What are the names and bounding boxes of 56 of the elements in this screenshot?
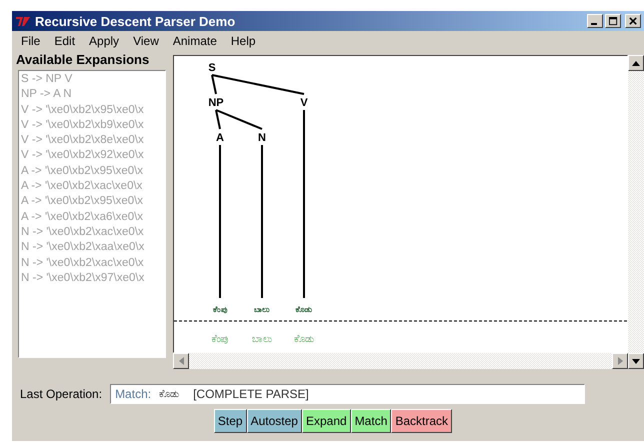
list-item[interactable]: V -> '\xe0\xb2\xb9\xe0\x xyxy=(19,118,165,134)
node-label: NP xyxy=(208,97,224,109)
list-item[interactable]: V -> '\xe0\xb2\x8e\xe0\x xyxy=(19,133,165,148)
last-operation-field: Match: ಕೊಡು [COMPLETE PARSE] xyxy=(110,384,586,404)
node-label: N xyxy=(258,132,266,144)
action-button[interactable]: Expand xyxy=(302,409,351,433)
scroll-down-button[interactable] xyxy=(628,353,644,369)
menu-item[interactable]: Animate xyxy=(166,34,224,48)
list-item[interactable]: A -> '\xe0\xb2\xa6\xe0\x xyxy=(19,210,165,225)
list-item[interactable]: V -> '\xe0\xb2\x95\xe0\x xyxy=(19,102,165,118)
close-button[interactable] xyxy=(625,14,641,28)
list-item[interactable]: A -> '\xe0\xb2\xac\xe0\x xyxy=(19,179,165,194)
horizontal-scrollbar[interactable] xyxy=(173,353,628,369)
menu-item[interactable]: View xyxy=(126,34,166,48)
last-operation-label: Last Operation: xyxy=(20,387,102,401)
node-label: A xyxy=(216,132,224,144)
node-label: V xyxy=(300,97,308,109)
menu-item[interactable]: Edit xyxy=(47,34,82,48)
action-button[interactable]: Autostep xyxy=(246,409,302,433)
tree-leaf: ಕೆಂಪು xyxy=(213,305,227,314)
list-item[interactable]: A -> '\xe0\xb2\x95\xe0\x xyxy=(19,194,165,210)
list-item[interactable]: V -> '\xe0\xb2\x92\xe0\x xyxy=(19,148,165,164)
menu-item[interactable]: Apply xyxy=(82,34,126,48)
list-item[interactable]: S -> NP V xyxy=(19,72,165,88)
node-label: S xyxy=(208,62,216,74)
up-arrow-icon xyxy=(632,60,640,66)
list-item[interactable]: N -> '\xe0\xb2\xac\xe0\x xyxy=(19,256,165,271)
scroll-left-button[interactable] xyxy=(173,353,189,369)
text-token: ಕೆಂಪು xyxy=(212,334,228,345)
action-button[interactable]: Backtrack xyxy=(391,409,452,433)
action-button[interactable]: Match xyxy=(350,409,392,433)
right-arrow-icon xyxy=(618,357,622,365)
maximize-icon xyxy=(608,16,618,26)
minimize-icon xyxy=(591,23,597,25)
menu-item[interactable]: File xyxy=(14,34,48,48)
list-item[interactable]: N -> '\xe0\xb2\x97\xe0\x xyxy=(19,270,165,286)
scroll-up-button[interactable] xyxy=(628,55,644,71)
close-icon xyxy=(628,16,638,26)
list-item[interactable]: NP -> A N xyxy=(19,87,165,103)
tree-leaf: ಕೊಡು xyxy=(296,305,312,314)
window-title: Recursive Descent Parser Demo xyxy=(35,14,236,28)
list-item[interactable]: A -> '\xe0\xb2\x95\xe0\x xyxy=(19,164,165,180)
menu-item[interactable]: Help xyxy=(224,34,263,48)
text-token: ಕೊಡು xyxy=(294,334,314,345)
action-button[interactable]: Step xyxy=(214,409,247,433)
minimize-button[interactable] xyxy=(587,14,603,28)
list-item[interactable]: N -> '\xe0\xb2\xac\xe0\x xyxy=(19,224,165,240)
down-arrow-icon xyxy=(632,358,640,364)
left-arrow-icon xyxy=(178,357,184,365)
text-token: ಬಾಲು xyxy=(252,334,272,345)
tree-leaf: ಬಾಲು xyxy=(254,305,270,314)
maximize-button[interactable] xyxy=(605,14,621,28)
vertical-scrollbar[interactable] xyxy=(628,55,644,369)
scroll-right-button[interactable] xyxy=(612,353,628,369)
list-item[interactable]: N -> '\xe0\xb2\xaa\xe0\x xyxy=(19,240,165,256)
panel-title: Available Expansions xyxy=(15,51,150,69)
